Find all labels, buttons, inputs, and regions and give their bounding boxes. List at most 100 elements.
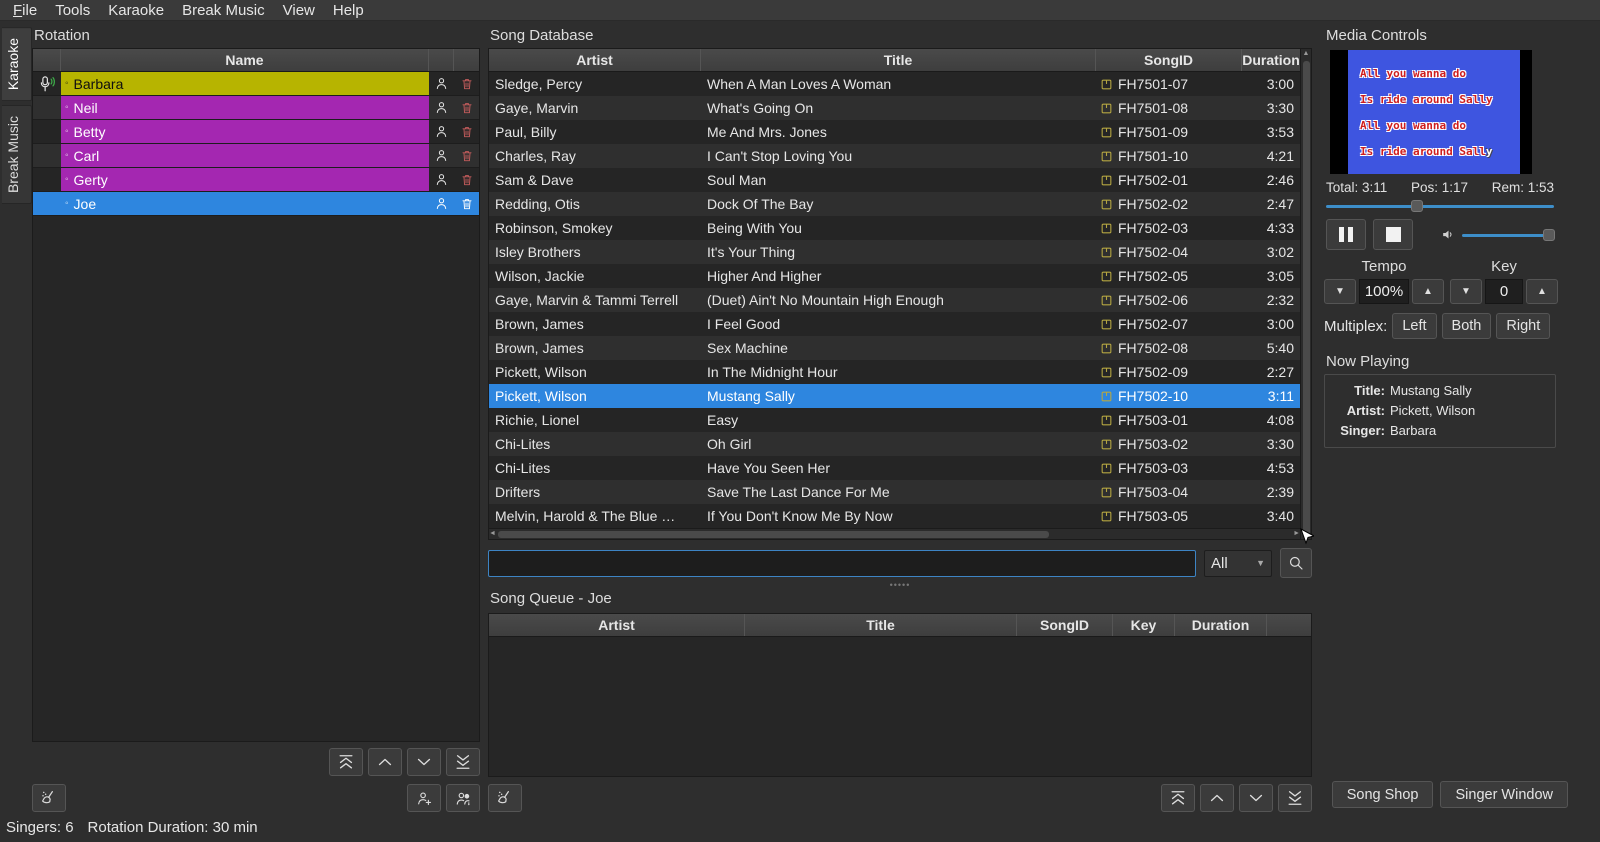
duration-cell[interactable]: 4:08	[1242, 408, 1300, 432]
duration-cell[interactable]: 3:53	[1242, 120, 1300, 144]
duration-cell[interactable]: 2:27	[1242, 360, 1300, 384]
delete-singer-icon[interactable]	[454, 168, 479, 191]
song-row[interactable]: Redding, OtisDock Of The BayFH7502-022:4…	[489, 192, 1300, 216]
singer-name-cell[interactable]: ◦Joe	[61, 192, 429, 215]
add-singer-button[interactable]	[407, 784, 441, 812]
singer-window-button[interactable]: Singer Window	[1440, 781, 1568, 808]
songid-cell[interactable]: FH7501-10	[1096, 144, 1242, 168]
rotation-row[interactable]: ◦Betty	[33, 120, 479, 144]
duration-cell[interactable]: 2:47	[1242, 192, 1300, 216]
artist-cell[interactable]: Drifters	[489, 480, 701, 504]
delete-singer-icon[interactable]	[454, 72, 479, 95]
artist-cell[interactable]: Pickett, Wilson	[489, 360, 701, 384]
menu-item-view[interactable]: View	[274, 1, 324, 20]
duration-cell[interactable]: 5:40	[1242, 336, 1300, 360]
songid-cell[interactable]: FH7503-05	[1096, 504, 1242, 528]
song-row[interactable]: DriftersSave The Last Dance For MeFH7503…	[489, 480, 1300, 504]
menu-item-file[interactable]: File	[4, 1, 46, 20]
duration-cell[interactable]: 2:32	[1242, 288, 1300, 312]
artist-cell[interactable]: Pickett, Wilson	[489, 384, 701, 408]
song-row[interactable]: Charles, RayI Can't Stop Loving YouFH750…	[489, 144, 1300, 168]
song-row[interactable]: Gaye, MarvinWhat's Going OnFH7501-083:30	[489, 96, 1300, 120]
title-cell[interactable]: Being With You	[701, 216, 1096, 240]
volume-slider[interactable]	[1462, 228, 1554, 242]
artist-cell[interactable]: Charles, Ray	[489, 144, 701, 168]
tab-break-music[interactable]: Break Music	[2, 105, 32, 204]
song-row[interactable]: Robinson, SmokeyBeing With YouFH7502-034…	[489, 216, 1300, 240]
queue-move-up-button[interactable]	[1200, 784, 1234, 812]
title-cell[interactable]: (Duet) Ain't No Mountain High Enough	[701, 288, 1096, 312]
duration-cell[interactable]: 3:30	[1242, 432, 1300, 456]
seek-slider[interactable]	[1326, 199, 1554, 213]
artist-cell[interactable]: Sledge, Percy	[489, 72, 701, 96]
clear-queue-button[interactable]	[488, 784, 522, 812]
singer-regular-icon[interactable]	[429, 96, 454, 119]
menu-item-karaoke[interactable]: Karaoke	[99, 1, 173, 20]
menu-item-break-music[interactable]: Break Music	[173, 1, 274, 20]
menu-item-tools[interactable]: Tools	[46, 1, 99, 20]
volume-handle[interactable]	[1543, 229, 1555, 241]
singer-regular-icon[interactable]	[429, 120, 454, 143]
duration-cell[interactable]: 3:00	[1242, 312, 1300, 336]
menu-item-help[interactable]: Help	[324, 1, 373, 20]
rotation-row[interactable]: ◦Gerty	[33, 168, 479, 192]
title-cell[interactable]: Have You Seen Her	[701, 456, 1096, 480]
songid-cell[interactable]: FH7502-08	[1096, 336, 1242, 360]
artist-cell[interactable]: Melvin, Harold & The Blue …	[489, 504, 701, 528]
multiplex-right-button[interactable]: Right	[1496, 313, 1550, 339]
db-column-duration[interactable]: Duration	[1242, 49, 1300, 71]
artist-cell[interactable]: Paul, Billy	[489, 120, 701, 144]
song-row[interactable]: Richie, LionelEasyFH7503-014:08	[489, 408, 1300, 432]
singer-name-cell[interactable]: ◦Neil	[61, 96, 429, 119]
songid-cell[interactable]: FH7502-01	[1096, 168, 1242, 192]
title-cell[interactable]: In The Midnight Hour	[701, 360, 1096, 384]
song-row[interactable]: Chi-LitesOh GirlFH7503-023:30	[489, 432, 1300, 456]
duration-cell[interactable]: 2:39	[1242, 480, 1300, 504]
multiplex-both-button[interactable]: Both	[1442, 313, 1492, 339]
rotation-row[interactable]: ◦Neil	[33, 96, 479, 120]
artist-cell[interactable]: Brown, James	[489, 336, 701, 360]
delete-singer-icon[interactable]	[454, 96, 479, 119]
rotation-move-top-button[interactable]	[329, 748, 363, 776]
song-row[interactable]: Melvin, Harold & The Blue …If You Don't …	[489, 504, 1300, 528]
song-shop-button[interactable]: Song Shop	[1332, 781, 1434, 808]
duration-cell[interactable]: 3:40	[1242, 504, 1300, 528]
songid-cell[interactable]: FH7503-01	[1096, 408, 1242, 432]
title-cell[interactable]: What's Going On	[701, 96, 1096, 120]
key-down-button[interactable]: ▼	[1450, 279, 1482, 304]
rotation-move-bottom-button[interactable]	[446, 748, 480, 776]
song-row[interactable]: Wilson, JackieHigher And HigherFH7502-05…	[489, 264, 1300, 288]
songid-cell[interactable]: FH7503-02	[1096, 432, 1242, 456]
seek-handle[interactable]	[1411, 200, 1423, 212]
queue-column-artist[interactable]: Artist	[489, 614, 745, 636]
stop-button[interactable]	[1373, 219, 1413, 250]
duration-cell[interactable]: 3:05	[1242, 264, 1300, 288]
artist-cell[interactable]: Wilson, Jackie	[489, 264, 701, 288]
songid-cell[interactable]: FH7502-07	[1096, 312, 1242, 336]
song-row[interactable]: Chi-LitesHave You Seen HerFH7503-034:53	[489, 456, 1300, 480]
artist-cell[interactable]: Sam & Dave	[489, 168, 701, 192]
song-row[interactable]: Brown, JamesSex MachineFH7502-085:40	[489, 336, 1300, 360]
duration-cell[interactable]: 3:00	[1242, 72, 1300, 96]
search-button[interactable]	[1280, 548, 1312, 578]
scroll-up-arrow-icon[interactable]: ▲	[1303, 49, 1310, 59]
scroll-right-arrow-icon[interactable]: ►	[1293, 529, 1300, 539]
key-up-button[interactable]: ▲	[1526, 279, 1558, 304]
duration-cell[interactable]: 4:21	[1242, 144, 1300, 168]
db-column-artist[interactable]: Artist	[489, 49, 701, 71]
delete-singer-icon[interactable]	[454, 144, 479, 167]
song-row[interactable]: Sledge, PercyWhen A Man Loves A WomanFH7…	[489, 72, 1300, 96]
singer-name-cell[interactable]: ◦Gerty	[61, 168, 429, 191]
songid-cell[interactable]: FH7501-09	[1096, 120, 1242, 144]
song-row[interactable]: Isley BrothersIt's Your ThingFH7502-043:…	[489, 240, 1300, 264]
title-cell[interactable]: Higher And Higher	[701, 264, 1096, 288]
artist-cell[interactable]: Isley Brothers	[489, 240, 701, 264]
artist-cell[interactable]: Chi-Lites	[489, 456, 701, 480]
song-row[interactable]: Gaye, Marvin & Tammi Terrell(Duet) Ain't…	[489, 288, 1300, 312]
singer-regular-icon[interactable]	[429, 72, 454, 95]
artist-cell[interactable]: Robinson, Smokey	[489, 216, 701, 240]
singer-regular-icon[interactable]	[429, 192, 454, 215]
rotation-row[interactable]: ◦Carl	[33, 144, 479, 168]
title-cell[interactable]: Me And Mrs. Jones	[701, 120, 1096, 144]
singer-regular-icon[interactable]	[429, 144, 454, 167]
